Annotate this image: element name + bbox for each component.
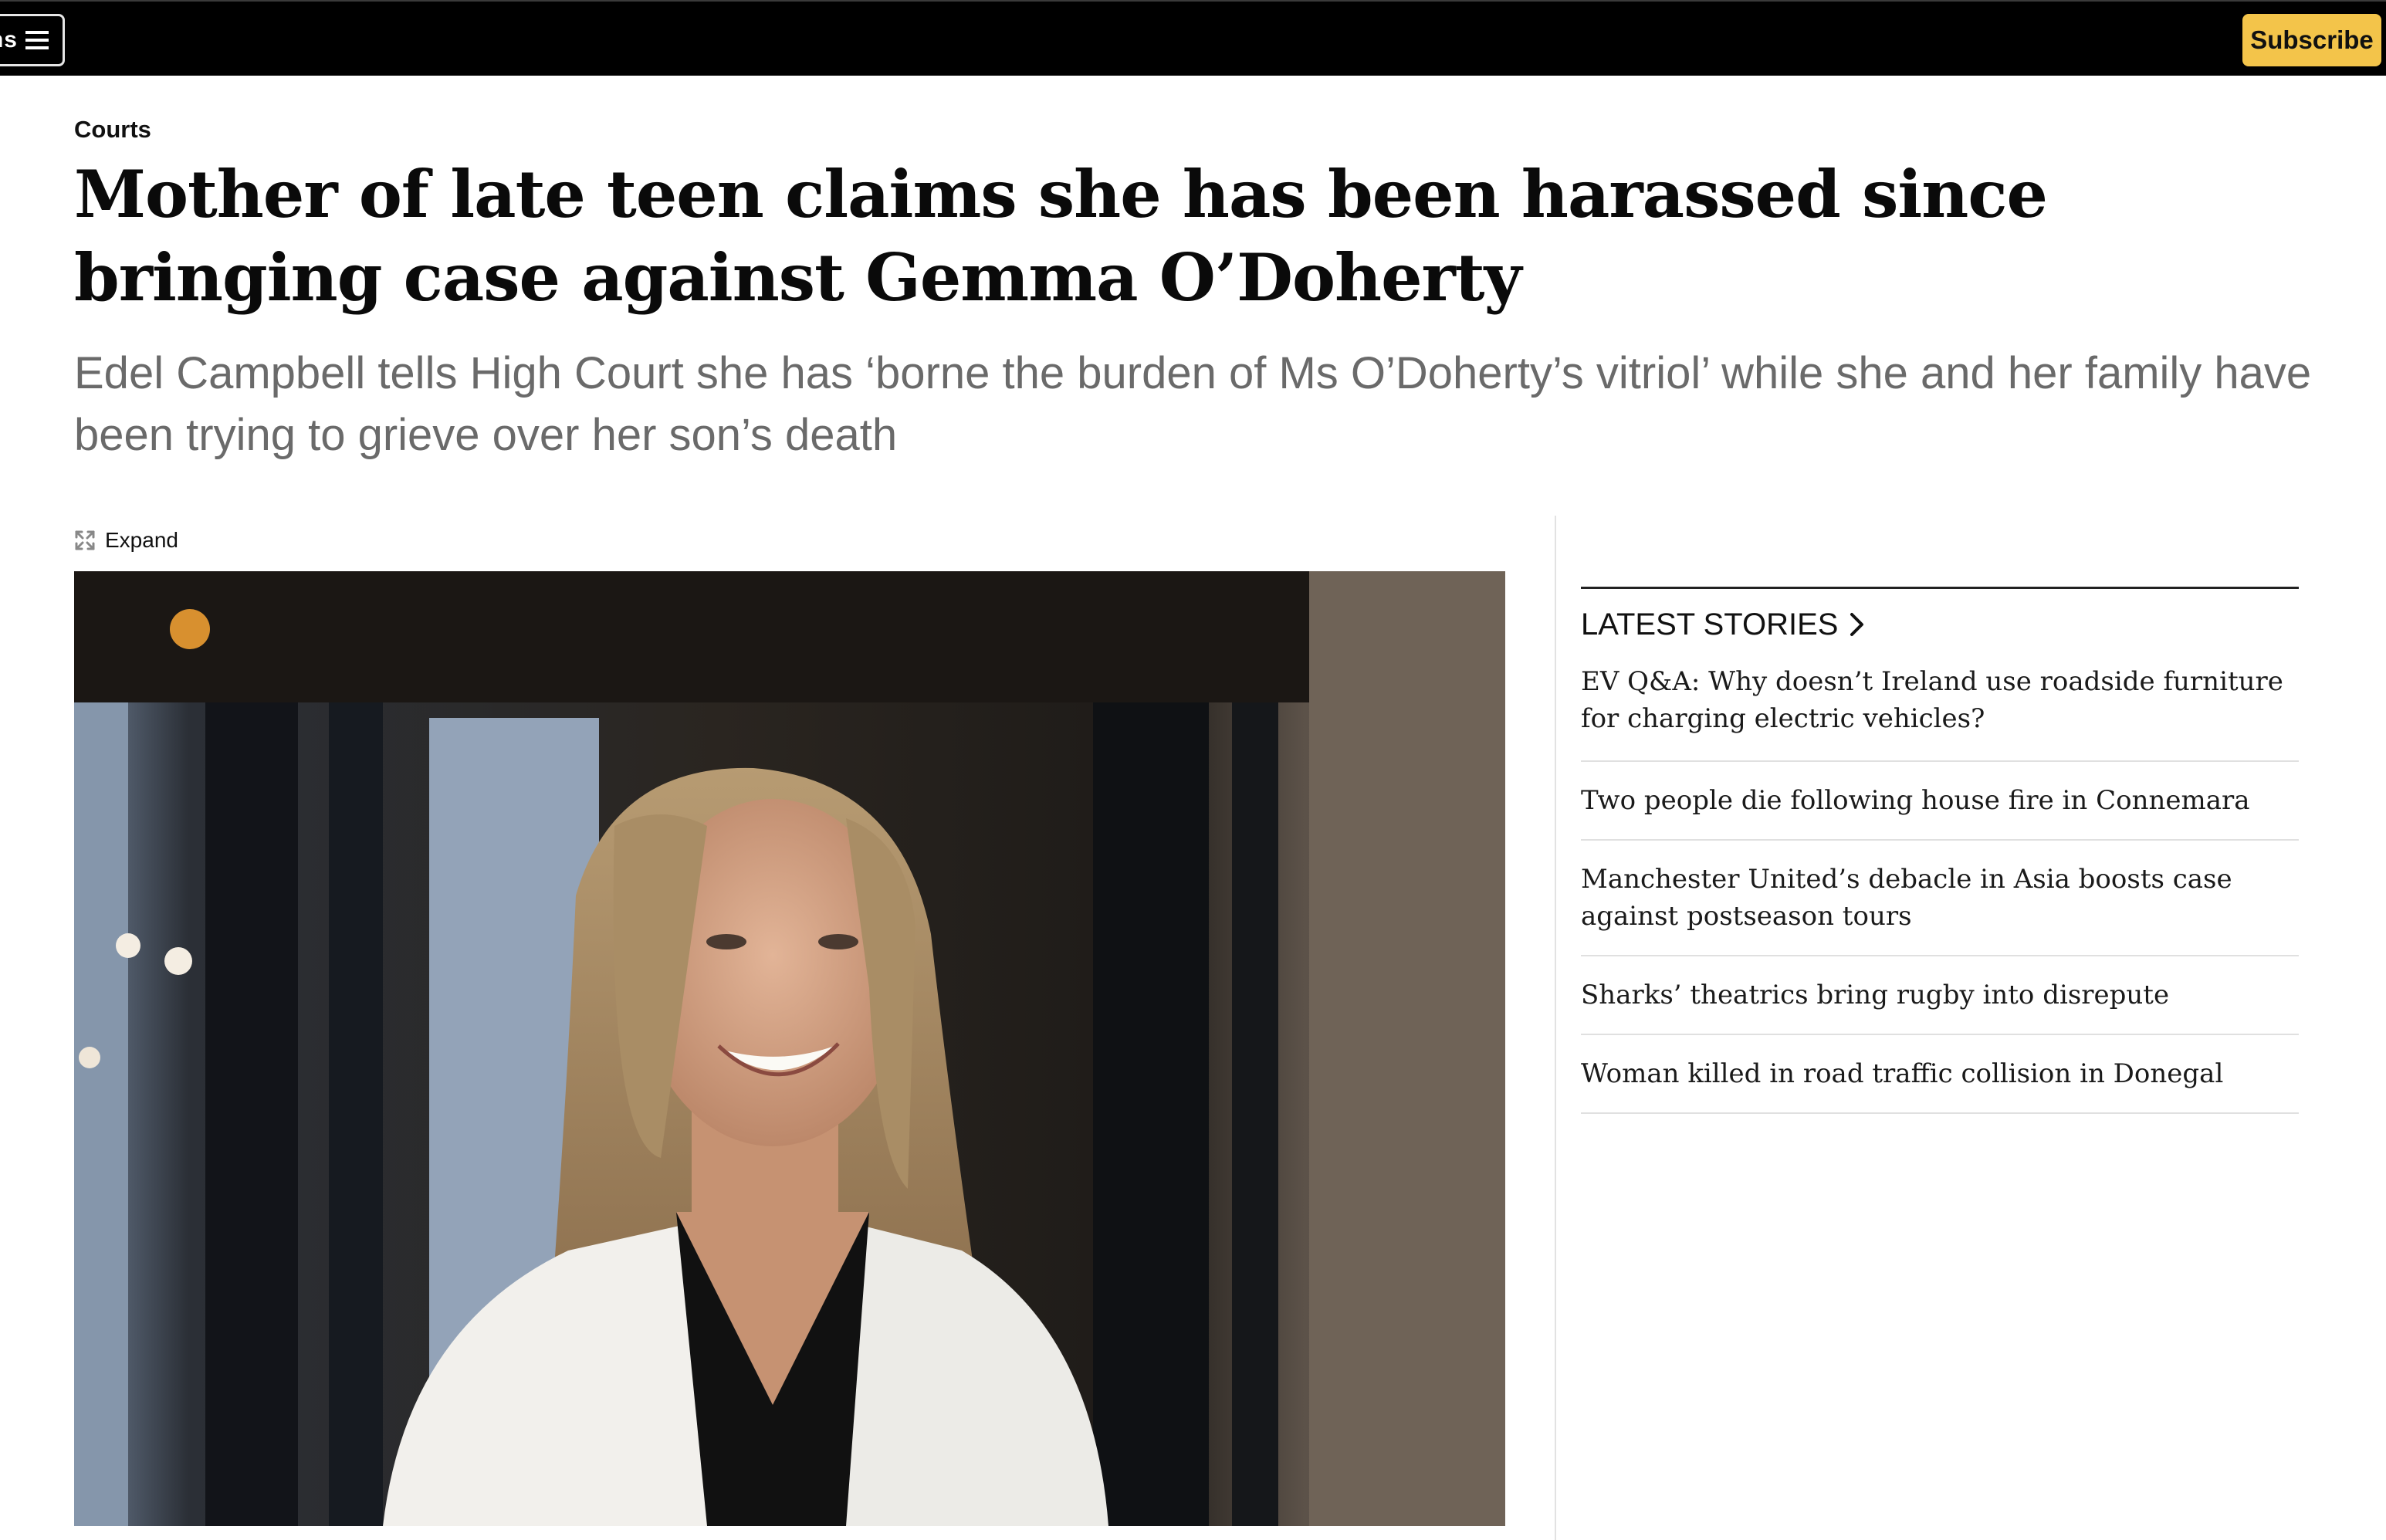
latest-stories-link[interactable]: LATEST STORIES bbox=[1581, 601, 2299, 648]
expand-label: Expand bbox=[105, 528, 178, 552]
latest-story-item[interactable]: EV Q&A: Why doesn’t Ireland use roadside… bbox=[1581, 648, 2299, 762]
chevron-right-icon bbox=[1850, 613, 1864, 636]
top-nav-bar: ns Subscribe bbox=[0, 0, 2386, 76]
latest-story-item[interactable]: Manchester United’s debacle in Asia boos… bbox=[1581, 841, 2299, 956]
latest-story-item[interactable]: Two people die following house fire in C… bbox=[1581, 762, 2299, 841]
article-standfirst: Edel Campbell tells High Court she has ‘… bbox=[74, 348, 2312, 460]
section-link[interactable]: Courts bbox=[74, 116, 151, 144]
expand-icon bbox=[75, 530, 95, 550]
sidebar-top-rule bbox=[1581, 587, 2299, 589]
latest-story-item[interactable]: Sharks’ theatrics bring rugby into disre… bbox=[1581, 956, 2299, 1035]
hamburger-icon bbox=[25, 31, 49, 49]
lead-photo-illustration bbox=[74, 571, 1505, 1526]
subscribe-button[interactable]: Subscribe bbox=[2242, 14, 2381, 66]
expand-button[interactable]: Expand bbox=[74, 528, 178, 553]
article-lead-photo bbox=[74, 571, 1505, 1526]
column-divider bbox=[1555, 516, 1556, 1540]
latest-stories-title: LATEST STORIES bbox=[1581, 607, 1839, 641]
latest-stories-sidebar: LATEST STORIES EV Q&A: Why doesn’t Irela… bbox=[1581, 587, 2299, 1114]
latest-stories-list: EV Q&A: Why doesn’t Ireland use roadside… bbox=[1581, 648, 2299, 1114]
menu-button-label: ns bbox=[0, 27, 18, 52]
latest-story-item[interactable]: Woman killed in road traffic collision i… bbox=[1581, 1035, 2299, 1114]
article-headline: Mother of late teen claims she has been … bbox=[74, 156, 2048, 316]
menu-button[interactable]: ns bbox=[0, 14, 65, 66]
